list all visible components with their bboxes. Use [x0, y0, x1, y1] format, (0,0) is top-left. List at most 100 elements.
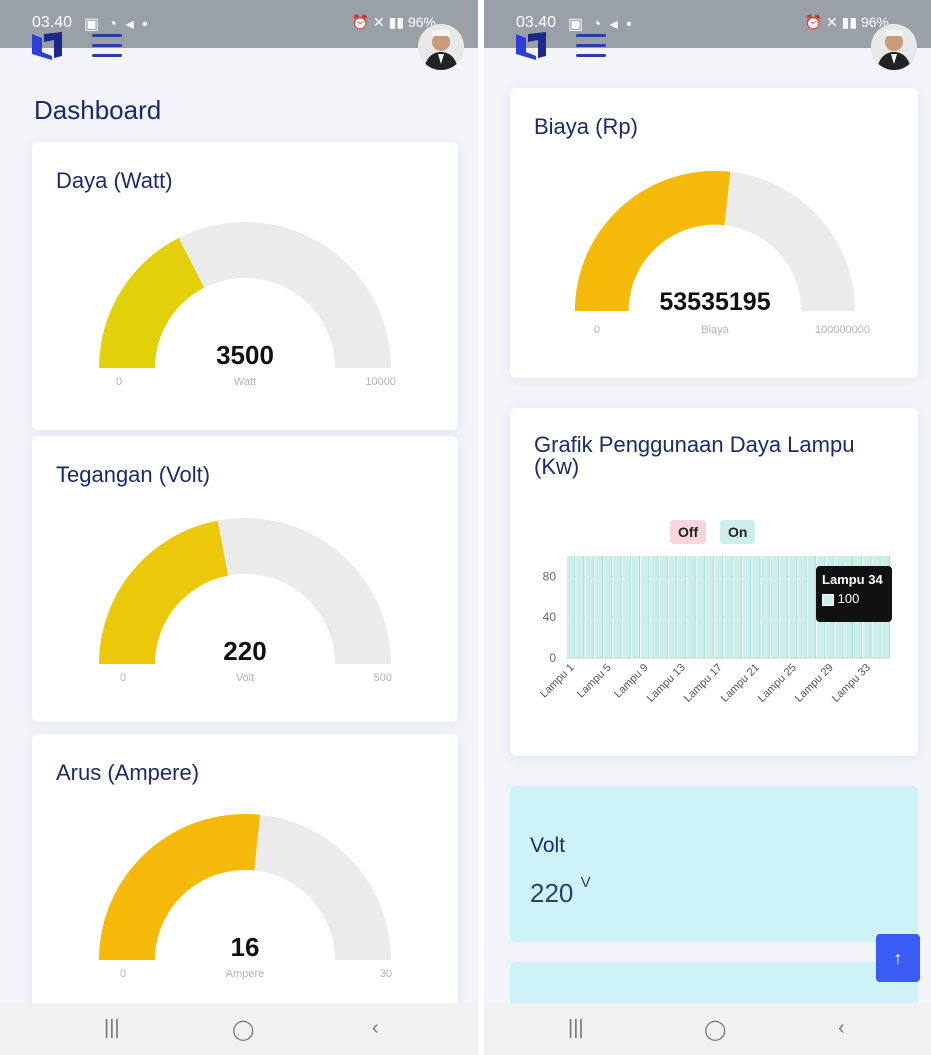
- x-tick-label: Lampu 25: [756, 662, 799, 705]
- daya-value: 3500: [216, 340, 274, 370]
- chart-tooltip: Lampu 34 100: [816, 566, 892, 622]
- arus-value: 16: [230, 932, 260, 962]
- bar-lampu-1[interactable]: [567, 556, 575, 658]
- bar-lampu-16[interactable]: [705, 556, 714, 658]
- y-tick-label: 0: [549, 651, 556, 665]
- tegangan-min: 0: [120, 672, 127, 684]
- bar-lampu-27[interactable]: [807, 556, 815, 658]
- daya-title: Daya (Watt): [56, 168, 173, 193]
- menu-icon[interactable]: [576, 34, 606, 58]
- bar-lampu-8[interactable]: [631, 556, 640, 658]
- tooltip-value: 100: [837, 591, 860, 606]
- tooltip-title: Lampu 34: [822, 572, 883, 587]
- bar-lampu-12[interactable]: [668, 556, 677, 658]
- bar-lampu-7[interactable]: [622, 556, 630, 658]
- bar-lampu-10[interactable]: [650, 556, 658, 658]
- system-nav-bar: ||| ◯ ‹: [0, 1003, 478, 1055]
- avatar[interactable]: [871, 24, 917, 70]
- bar-lampu-24[interactable]: [779, 556, 788, 658]
- biaya-title: Biaya (Rp): [534, 114, 638, 139]
- tooltip-row: 100: [822, 591, 886, 606]
- biaya-card: Biaya (Rp) 53535195 Biaya 0 100000000: [510, 88, 918, 378]
- app-header: [0, 20, 478, 80]
- page-title: Dashboard: [34, 95, 162, 125]
- tegangan-title: Tegangan (Volt): [56, 462, 211, 487]
- biaya-gauge: 53535195 Biaya 0 100000000: [572, 166, 870, 366]
- recents-button[interactable]: |||: [104, 1017, 120, 1040]
- bar-lampu-5[interactable]: [604, 556, 612, 658]
- arus-min: 0: [120, 968, 127, 980]
- daya-gauge: 3500 Watt 0 10000: [96, 220, 396, 420]
- x-tick-label: Lampu 21: [719, 662, 762, 705]
- home-button[interactable]: ◯: [232, 1017, 254, 1042]
- x-tick-label: Lampu 17: [682, 662, 725, 705]
- daya-unit: Watt: [233, 376, 257, 388]
- tegangan-unit: Volt: [235, 672, 255, 684]
- y-tick-label: 80: [543, 569, 557, 583]
- arus-card: Arus (Ampere) 16 Ampere 0 30: [32, 734, 458, 1014]
- chart-title: Grafik Penggunaan Daya Lampu (Kw): [534, 434, 854, 478]
- bar-lampu-18[interactable]: [724, 556, 732, 658]
- left-screen: 03.40 ▣ ◔ ◂ • ⏰ ✕ ▮▮ 96% Dashboard Daya …: [0, 0, 478, 1055]
- biaya-max: 100000000: [814, 324, 870, 336]
- right-screen: 03.40 ▣ ◔ ◂ • ⏰ ✕ ▮▮ 96% Biaya (Rp) 5353…: [484, 0, 931, 1055]
- home-button[interactable]: ◯: [704, 1017, 726, 1042]
- bar-lampu-21[interactable]: [752, 556, 760, 658]
- x-tick-label: Lampu 13: [645, 662, 688, 705]
- menu-icon[interactable]: [92, 34, 122, 58]
- arus-title: Arus (Ampere): [56, 760, 200, 785]
- chart-title-line1: Grafik Penggunaan Daya Lampu: [534, 432, 855, 457]
- y-tick-label: 40: [543, 610, 557, 624]
- bar-lampu-9[interactable]: [641, 556, 649, 658]
- daya-max: 10000: [365, 376, 396, 388]
- legend-off[interactable]: Off: [670, 520, 707, 544]
- volt-number: 220: [530, 878, 574, 908]
- logo-icon[interactable]: [514, 30, 548, 62]
- bar-lampu-15[interactable]: [696, 556, 704, 658]
- bar-lampu-2[interactable]: [576, 556, 584, 658]
- x-tick-label: Lampu 29: [793, 662, 836, 705]
- x-tick-label: Lampu 1: [538, 662, 577, 701]
- tooltip-swatch: [822, 593, 834, 606]
- bar-lampu-4[interactable]: [594, 556, 603, 658]
- avatar[interactable]: [418, 24, 464, 70]
- bar-lampu-25[interactable]: [789, 556, 797, 658]
- tegangan-gauge: 220 Volt 0 500: [96, 516, 394, 716]
- bar-lampu-11[interactable]: [659, 556, 667, 658]
- volt-label: Volt: [530, 834, 566, 857]
- bar-lampu-13[interactable]: [678, 556, 686, 658]
- daya-card: Daya (Watt) 3500 Watt 0 10000: [32, 142, 458, 430]
- daya-min: 0: [116, 376, 123, 388]
- bar-lampu-20[interactable]: [742, 556, 751, 658]
- bar-lampu-22[interactable]: [761, 556, 769, 658]
- biaya-min: 0: [594, 324, 601, 336]
- logo-icon[interactable]: [30, 30, 64, 62]
- chart-title-line2: (Kw): [534, 454, 580, 479]
- recents-button[interactable]: |||: [568, 1017, 584, 1040]
- system-nav-bar-right: ||| ◯ ‹: [484, 1003, 931, 1055]
- x-tick-label: Lampu 9: [612, 662, 651, 701]
- app-header-right: [484, 20, 931, 80]
- arus-gauge: 16 Ampere 0 30: [96, 812, 394, 1012]
- volt-unit: V: [580, 874, 591, 891]
- arus-unit: Ampere: [225, 968, 265, 980]
- biaya-value: 53535195: [659, 288, 771, 316]
- x-tick-label: Lampu 33: [830, 662, 873, 705]
- arus-max: 30: [379, 968, 392, 980]
- bar-lampu-3[interactable]: [585, 556, 593, 658]
- scroll-top-button[interactable]: ↑: [876, 934, 920, 982]
- bar-lampu-14[interactable]: [687, 556, 695, 658]
- bar-lampu-23[interactable]: [770, 556, 778, 658]
- volt-info-card: Volt 220 V: [510, 786, 918, 942]
- tegangan-card: Tegangan (Volt) 220 Volt 0 500: [32, 436, 458, 722]
- x-tick-label: Lampu 5: [575, 662, 614, 701]
- bar-lampu-6[interactable]: [613, 556, 621, 658]
- bar-lampu-26[interactable]: [798, 556, 806, 658]
- bar-lampu-17[interactable]: [715, 556, 723, 658]
- back-button[interactable]: ‹: [372, 1017, 379, 1040]
- back-button[interactable]: ‹: [838, 1017, 845, 1040]
- volt-value: 220 V: [530, 874, 591, 909]
- legend-on[interactable]: On: [720, 520, 756, 544]
- bar-lampu-19[interactable]: [733, 556, 741, 658]
- tegangan-max: 500: [373, 672, 392, 684]
